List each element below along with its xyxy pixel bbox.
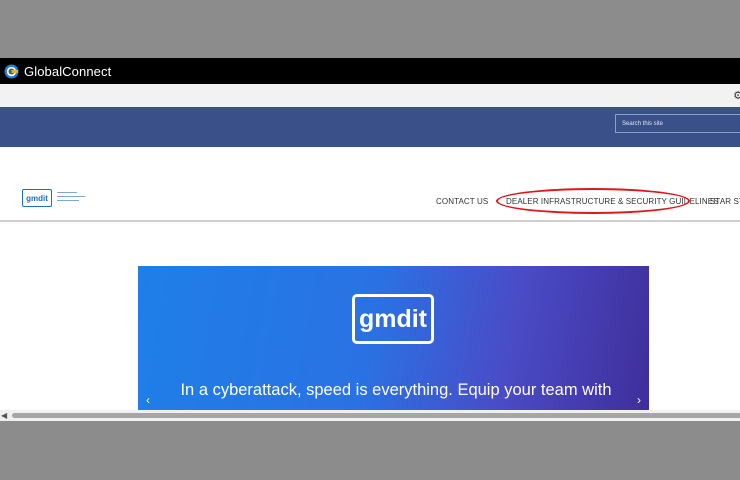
brand-tagline xyxy=(57,192,85,204)
globalconnect-logo-icon xyxy=(4,63,19,79)
chevron-left-icon[interactable]: ‹ xyxy=(146,393,150,407)
search-input[interactable]: Search this site xyxy=(615,114,740,133)
scrollbar-thumb[interactable] xyxy=(12,413,740,418)
horizontal-scrollbar[interactable]: ◀ xyxy=(0,410,740,421)
banner-gmdit-logo: gmdit xyxy=(352,294,434,344)
red-annotation-circle xyxy=(496,188,690,214)
header-band: Search this site xyxy=(0,107,740,147)
search-placeholder: Search this site xyxy=(622,120,664,127)
chevron-right-icon[interactable]: › xyxy=(637,393,641,407)
gear-icon[interactable]: ⚙ xyxy=(733,89,740,102)
nav-contact-us[interactable]: CONTACT US xyxy=(436,197,488,206)
banner-headline: In a cyberattack, speed is everything. E… xyxy=(180,381,612,399)
brand-logo-mark: gmdit xyxy=(22,189,52,207)
title-bar: GlobalConnect xyxy=(0,58,740,84)
gmdit-logo[interactable]: gmdit xyxy=(22,189,85,207)
browser-window: GlobalConnect ⚙ Search this site gmdit C… xyxy=(0,58,740,421)
utility-bar: ⚙ xyxy=(0,84,740,107)
site-navigation: gmdit CONTACT US DEALER INFRASTRUCTURE &… xyxy=(0,147,740,222)
window-title: GlobalConnect xyxy=(24,63,112,79)
scroll-left-icon[interactable]: ◀ xyxy=(1,411,7,420)
hero-carousel: gmdit In a cyberattack, speed is everyth… xyxy=(138,266,649,421)
nav-star-standards[interactable]: STAR STA xyxy=(710,197,740,206)
